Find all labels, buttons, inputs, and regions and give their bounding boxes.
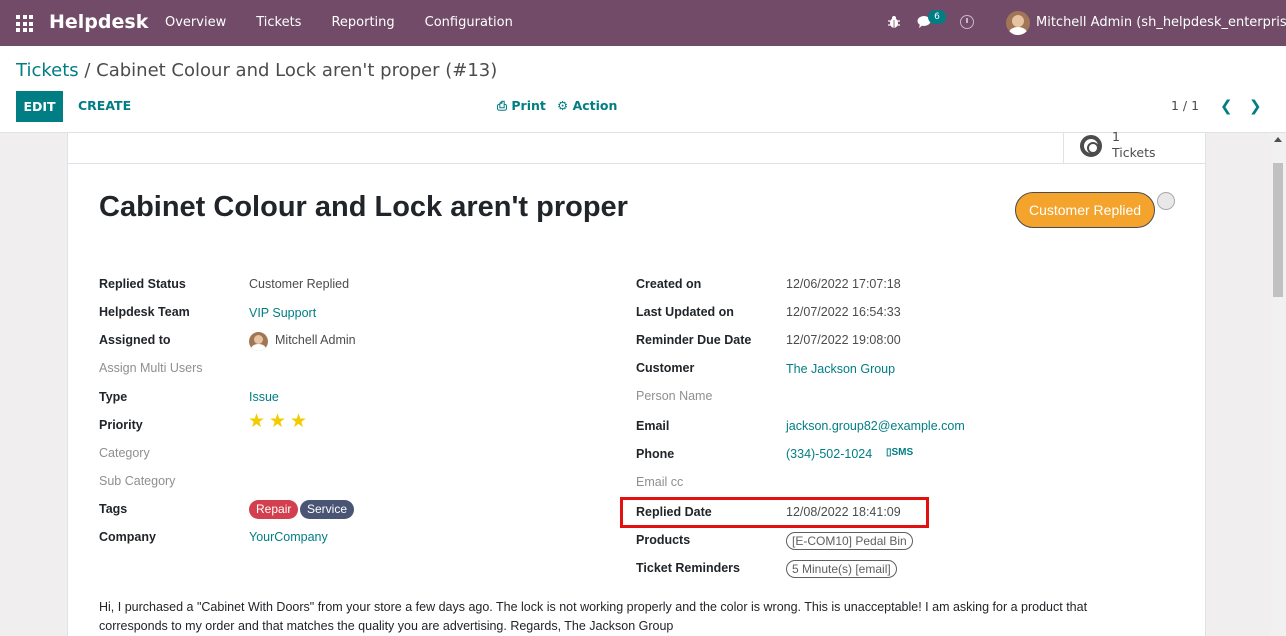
sms-label: SMS xyxy=(891,447,914,458)
gear-icon: ⚙ xyxy=(557,98,569,113)
tag-service[interactable]: Service xyxy=(300,500,355,519)
create-button[interactable]: CREATE xyxy=(78,98,131,113)
phone-label: Phone xyxy=(636,447,675,461)
edit-button[interactable]: EDIT xyxy=(16,91,63,122)
replied-status-label: Replied Status xyxy=(99,277,186,291)
reminder-due-label: Reminder Due Date xyxy=(636,333,752,347)
company-label: Company xyxy=(99,530,156,544)
sms-button[interactable]: ▯SMS xyxy=(886,447,913,458)
phone-link[interactable]: (334)-502-1024 xyxy=(786,447,872,461)
user-menu[interactable]: Mitchell Admin (sh_helpdesk_enterprise) xyxy=(1036,15,1286,30)
created-on-value: 12/06/2022 17:07:18 xyxy=(786,277,901,291)
menu-configuration[interactable]: Configuration xyxy=(410,0,528,46)
print-button[interactable]: ⎙ Print xyxy=(497,98,546,114)
priority-star-icon[interactable]: ★ xyxy=(248,412,265,431)
smart-button-bar: 1 Tickets xyxy=(68,129,1205,164)
menu-overview[interactable]: Overview xyxy=(150,0,241,46)
pager-value[interactable]: 1 / 1 xyxy=(1171,98,1199,113)
priority-star-icon[interactable]: ★ xyxy=(269,412,286,431)
type-link[interactable]: Issue xyxy=(249,390,279,404)
breadcrumb: Tickets / Cabinet Colour and Lock aren't… xyxy=(16,60,497,81)
helpdesk-team-label: Helpdesk Team xyxy=(99,305,190,319)
customer-label: Customer xyxy=(636,361,695,375)
tag-repair[interactable]: Repair xyxy=(249,500,299,519)
breadcrumb-current: / Cabinet Colour and Lock aren't proper … xyxy=(78,60,498,81)
tags-label: Tags xyxy=(99,502,128,516)
priority-star-icon[interactable]: ★ xyxy=(290,412,307,431)
action-label: Action xyxy=(572,98,618,113)
scroll-up-arrow-icon[interactable] xyxy=(1274,137,1282,142)
menu-reporting[interactable]: Reporting xyxy=(316,0,409,46)
smart-button-label: Tickets xyxy=(1112,145,1156,160)
reminder-due-value: 12/07/2022 19:08:00 xyxy=(786,333,901,347)
customer-link[interactable]: The Jackson Group xyxy=(786,362,895,376)
replied-status-value: Customer Replied xyxy=(249,277,350,291)
pager-next-icon[interactable]: ❯ xyxy=(1249,97,1262,115)
action-button[interactable]: ⚙ Action xyxy=(557,98,617,113)
created-on-label: Created on xyxy=(636,277,702,291)
category-label: Category xyxy=(99,446,150,460)
ticket-reminders-label: Ticket Reminders xyxy=(636,561,740,575)
priority-label: Priority xyxy=(99,418,143,432)
replied-date-highlight xyxy=(620,497,929,528)
main-menu: Overview Tickets Reporting Configuration xyxy=(150,0,528,46)
tickets-smart-button[interactable]: 1 Tickets xyxy=(1063,129,1205,164)
scrollbar-thumb[interactable] xyxy=(1273,163,1283,297)
print-icon: ⎙ xyxy=(497,98,508,113)
kanban-state-dot[interactable] xyxy=(1157,192,1175,210)
activity-clock-icon[interactable] xyxy=(960,15,974,29)
sub-category-label: Sub Category xyxy=(99,474,176,488)
assignee-avatar xyxy=(249,332,268,351)
products-label: Products xyxy=(636,533,691,547)
breadcrumb-tickets-link[interactable]: Tickets xyxy=(16,60,79,81)
control-panel: Tickets / Cabinet Colour and Lock aren't… xyxy=(0,46,1286,133)
assign-multi-users-label: Assign Multi Users xyxy=(99,361,203,375)
status-badge[interactable]: Customer Replied xyxy=(1015,192,1155,228)
lifebuoy-icon xyxy=(1080,135,1102,157)
user-avatar[interactable] xyxy=(1006,11,1030,35)
ticket-title: Cabinet Colour and Lock aren't proper xyxy=(99,191,628,223)
last-updated-label: Last Updated on xyxy=(636,305,734,319)
vertical-scrollbar[interactable] xyxy=(1270,133,1286,636)
app-brand[interactable]: Helpdesk xyxy=(49,11,148,33)
email-label: Email xyxy=(636,419,670,433)
email-link[interactable]: jackson.group82@example.com xyxy=(786,419,965,433)
ticket-description: Hi, I purchased a "Cabinet With Doors" f… xyxy=(99,600,1088,633)
smart-button-count: 1 xyxy=(1112,129,1120,144)
print-label: Print xyxy=(511,98,546,113)
reminder-chip[interactable]: 5 Minute(s) [email] xyxy=(786,560,897,578)
debug-bug-icon[interactable] xyxy=(887,15,901,29)
last-updated-value: 12/07/2022 16:54:33 xyxy=(786,305,901,319)
product-chip[interactable]: [E-COM10] Pedal Bin xyxy=(786,532,913,550)
apps-menu-icon[interactable] xyxy=(16,15,33,32)
email-cc-label: Email cc xyxy=(636,475,684,489)
company-link[interactable]: YourCompany xyxy=(249,530,328,544)
form-sheet: 1 Tickets Cabinet Colour and Lock aren't… xyxy=(67,129,1206,636)
menu-tickets[interactable]: Tickets xyxy=(241,0,316,46)
helpdesk-team-link[interactable]: VIP Support xyxy=(249,306,316,320)
chat-count-badge: 6 xyxy=(928,10,946,24)
type-label: Type xyxy=(99,390,128,404)
pager-previous-icon[interactable]: ❮ xyxy=(1220,97,1233,115)
top-navbar: Helpdesk Overview Tickets Reporting Conf… xyxy=(0,0,1286,46)
assigned-to-label: Assigned to xyxy=(99,333,171,347)
person-name-label: Person Name xyxy=(636,389,713,403)
assignee-value[interactable]: Mitchell Admin xyxy=(275,333,356,347)
